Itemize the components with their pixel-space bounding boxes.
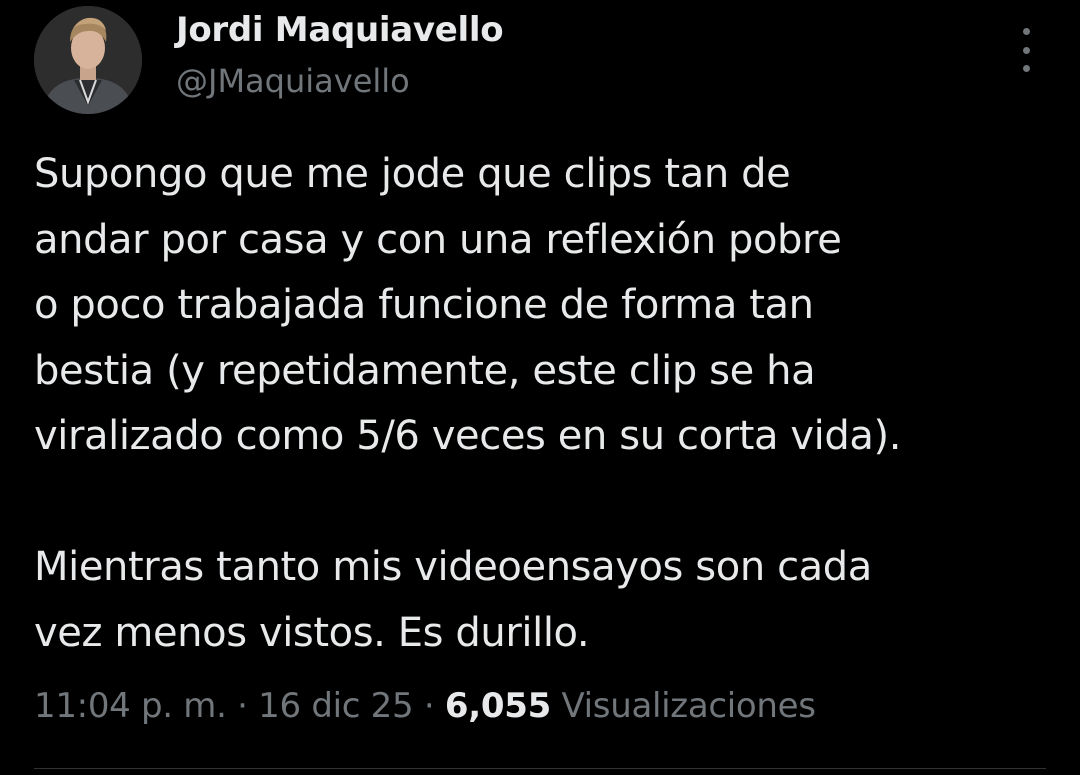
tweet-time[interactable]: 11:04 p. m. bbox=[34, 686, 227, 726]
tweet-date[interactable]: 16 dic 25 bbox=[258, 686, 413, 726]
views-count: 6,055 bbox=[444, 686, 551, 726]
avatar[interactable] bbox=[34, 6, 142, 114]
divider bbox=[34, 768, 1046, 769]
more-options-icon-dot bbox=[1022, 65, 1030, 72]
tweet-text: Supongo que me jode que clips tan de and… bbox=[34, 151, 902, 656]
tweet-metadata: 11:04 p. m. · 16 dic 25 · 6,055 Visualiz… bbox=[34, 686, 816, 726]
meta-separator: · bbox=[237, 686, 248, 726]
meta-separator: · bbox=[423, 686, 435, 726]
more-options-icon bbox=[1022, 28, 1030, 35]
avatar-image bbox=[34, 6, 142, 114]
author-handle[interactable]: @JMaquiavello bbox=[176, 62, 410, 100]
tweet: Jordi Maquiavello @JMaquiavello Supongo … bbox=[0, 0, 1080, 775]
views-label: Visualizaciones bbox=[561, 686, 816, 726]
more-options-button[interactable] bbox=[1006, 28, 1046, 72]
author-display-name[interactable]: Jordi Maquiavello bbox=[176, 10, 504, 50]
more-options-icon-dot bbox=[1022, 46, 1030, 54]
